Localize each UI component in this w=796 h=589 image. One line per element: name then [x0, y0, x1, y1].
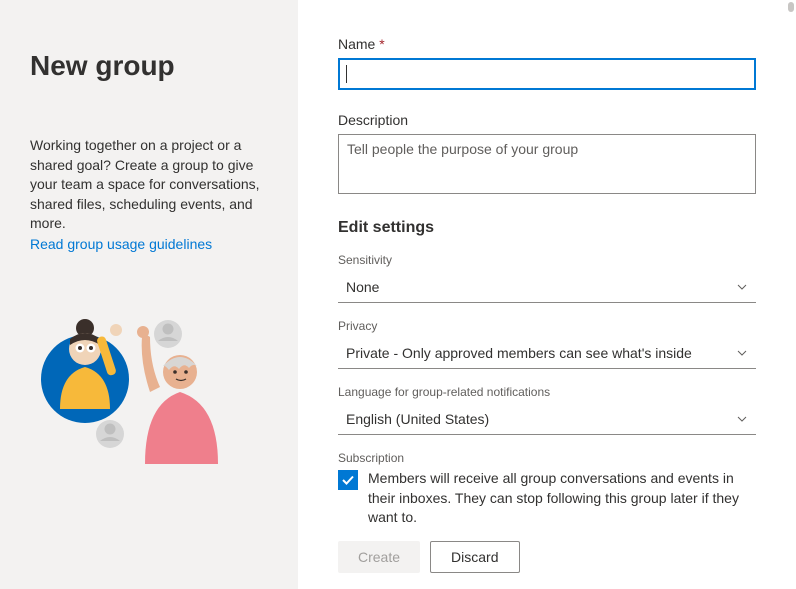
language-select[interactable]: English (United States)	[338, 403, 756, 435]
sensitivity-label: Sensitivity	[338, 253, 756, 267]
page-description: Working together on a project or a share…	[30, 136, 268, 234]
chevron-down-icon	[736, 281, 748, 293]
sensitivity-select[interactable]: None	[338, 271, 756, 303]
subscription-label: Subscription	[338, 451, 756, 465]
page-title: New group	[30, 50, 268, 82]
subscription-checkbox[interactable]	[338, 470, 358, 490]
form-panel: Name * Description Edit settings Sensiti…	[298, 0, 796, 589]
required-indicator: *	[379, 36, 384, 52]
privacy-value: Private - Only approved members can see …	[338, 345, 736, 361]
description-label: Description	[338, 112, 756, 128]
settings-heading: Edit settings	[338, 219, 756, 237]
chevron-down-icon	[736, 413, 748, 425]
checkmark-icon	[341, 473, 355, 487]
subscription-text: Members will receive all group conversat…	[368, 469, 756, 528]
left-panel: New group Working together on a project …	[0, 0, 298, 589]
text-cursor	[346, 65, 347, 83]
name-label: Name *	[338, 36, 756, 52]
name-input[interactable]	[338, 58, 756, 90]
privacy-select[interactable]: Private - Only approved members can see …	[338, 337, 756, 369]
scrollbar[interactable]	[788, 2, 794, 12]
description-input[interactable]	[338, 134, 756, 194]
privacy-label: Privacy	[338, 319, 756, 333]
sensitivity-value: None	[338, 279, 736, 295]
illustration	[30, 314, 230, 474]
language-label: Language for group-related notifications	[338, 385, 756, 399]
guidelines-link[interactable]: Read group usage guidelines	[30, 236, 212, 252]
language-value: English (United States)	[338, 411, 736, 427]
create-button[interactable]: Create	[338, 541, 420, 573]
discard-button[interactable]: Discard	[430, 541, 519, 573]
footer: Create Discard	[298, 525, 796, 589]
chevron-down-icon	[736, 347, 748, 359]
